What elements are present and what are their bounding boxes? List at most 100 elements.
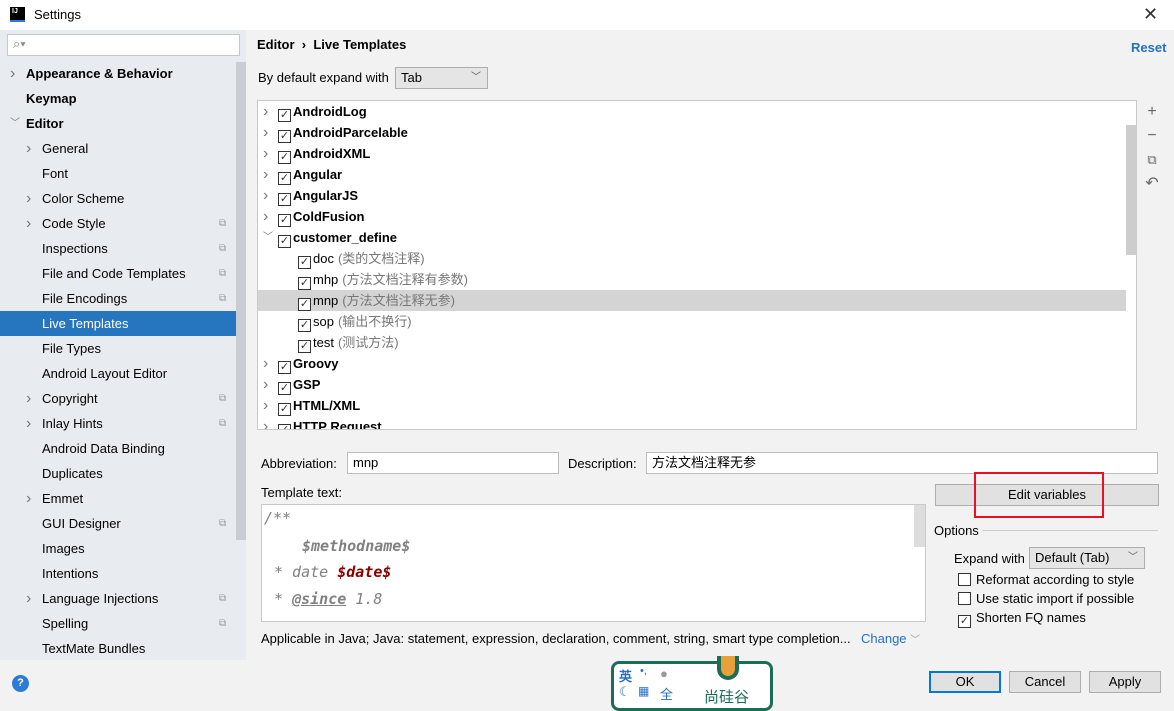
chevron-right-icon[interactable]: › (263, 143, 268, 164)
ok-button[interactable]: OK (929, 671, 1001, 693)
description-input[interactable]: 方法文档注释无参 (646, 452, 1158, 474)
chevron-down-icon[interactable]: ﹀ (263, 227, 273, 248)
sidebar-item-gui-designer[interactable]: GUI Designer ⧉ (0, 511, 236, 536)
chevron-right-icon[interactable]: › (26, 386, 31, 411)
template-group[interactable]: ﹀ ✓ customer_define (258, 227, 1126, 248)
sidebar-item-inlay-hints[interactable]: › Inlay Hints ⧉ (0, 411, 236, 436)
tree-scrollbar[interactable] (1126, 125, 1137, 255)
template-item[interactable]: ✓ mnp (方法文档注释无参) (258, 290, 1126, 311)
template-group[interactable]: › ✓ GSP (258, 374, 1126, 395)
sidebar-item-live-templates[interactable]: Live Templates (0, 311, 246, 336)
chevron-right-icon[interactable]: › (26, 186, 31, 211)
help-icon[interactable]: ? (12, 675, 29, 692)
template-item[interactable]: ✓ sop (输出不换行) (258, 311, 1126, 332)
checkbox[interactable]: ✓ (298, 298, 311, 311)
keyboard-icon[interactable]: ▦ (638, 684, 649, 698)
template-group[interactable]: › ✓ ColdFusion (258, 206, 1126, 227)
close-icon[interactable]: ✕ (1143, 4, 1158, 25)
reset-link[interactable]: Reset (1131, 40, 1166, 55)
ime-punctuation[interactable]: •, (640, 665, 647, 677)
restore-icon[interactable]: ↶ (1140, 172, 1164, 196)
chevron-right-icon[interactable]: › (263, 353, 268, 374)
checkbox[interactable]: ✓ (958, 615, 971, 628)
checkbox[interactable]: ✓ (298, 277, 311, 290)
chevron-right-icon[interactable]: › (26, 136, 31, 161)
checkbox[interactable]: ✓ (298, 340, 311, 353)
sidebar-item-inspections[interactable]: Inspections ⧉ (0, 236, 236, 261)
sidebar-item-file-types[interactable]: File Types (0, 336, 236, 361)
ime-fullwidth[interactable]: 全 (660, 684, 673, 703)
expand-with-select[interactable]: Default (Tab) ﹀ (1029, 547, 1145, 569)
change-link[interactable]: Change ﹀ (861, 631, 920, 646)
apply-button[interactable]: Apply (1089, 671, 1161, 693)
chevron-right-icon[interactable]: › (26, 411, 31, 436)
sidebar-item-file-and-code-templates[interactable]: File and Code Templates ⧉ (0, 261, 236, 286)
ime-toolbar[interactable]: 英 •, ● ☾ ▦ 全 尚硅谷 (611, 656, 773, 711)
checkbox[interactable]: ✓ (278, 361, 291, 374)
chevron-down-icon[interactable]: ﹀ (10, 111, 20, 136)
chevron-right-icon[interactable]: › (26, 211, 31, 236)
sidebar-item-images[interactable]: Images (0, 536, 236, 561)
option-use-static-import-if-possible[interactable]: Use static import if possible (958, 591, 1134, 606)
template-group[interactable]: › ✓ HTML/XML (258, 395, 1126, 416)
checkbox[interactable] (958, 592, 971, 605)
sidebar-item-appearance-behavior[interactable]: › Appearance & Behavior (0, 61, 236, 86)
sidebar-item-editor[interactable]: ﹀ Editor (0, 111, 236, 136)
template-item[interactable]: ✓ mhp (方法文档注释有参数) (258, 269, 1126, 290)
sidebar-item-code-style[interactable]: › Code Style ⧉ (0, 211, 236, 236)
template-item[interactable]: ✓ test (测试方法) (258, 332, 1126, 353)
copy-icon[interactable]: ⧉ (1140, 148, 1164, 172)
ime-language[interactable]: 英 (619, 666, 632, 685)
template-text-editor[interactable]: /** $methodname$ * date $date$ * @since … (261, 504, 926, 622)
chevron-right-icon[interactable]: › (263, 416, 268, 429)
checkbox[interactable]: ✓ (298, 256, 311, 269)
checkbox[interactable]: ✓ (278, 382, 291, 395)
expand-select[interactable]: Tab ﹀ (395, 67, 488, 89)
chevron-right-icon[interactable]: › (26, 486, 31, 511)
sidebar-item-keymap[interactable]: Keymap (0, 86, 236, 111)
checkbox[interactable]: ✓ (278, 151, 291, 164)
sidebar-item-spelling[interactable]: Spelling ⧉ (0, 611, 236, 636)
cancel-button[interactable]: Cancel (1009, 671, 1081, 693)
sidebar-item-color-scheme[interactable]: › Color Scheme (0, 186, 236, 211)
checkbox[interactable]: ✓ (278, 403, 291, 416)
checkbox[interactable]: ✓ (278, 109, 291, 122)
abbreviation-input[interactable]: mnp (347, 452, 559, 474)
sidebar-item-file-encodings[interactable]: File Encodings ⧉ (0, 286, 236, 311)
remove-icon[interactable]: − (1140, 124, 1164, 148)
template-group[interactable]: › ✓ Groovy (258, 353, 1126, 374)
checkbox[interactable]: ✓ (278, 172, 291, 185)
template-group[interactable]: › ✓ HTTP Request (258, 416, 1126, 429)
template-group[interactable]: › ✓ AndroidXML (258, 143, 1126, 164)
template-group[interactable]: › ✓ AngularJS (258, 185, 1126, 206)
sidebar-item-android-data-binding[interactable]: Android Data Binding (0, 436, 236, 461)
template-group[interactable]: › ✓ AndroidLog (258, 101, 1126, 122)
sidebar-item-language-injections[interactable]: › Language Injections ⧉ (0, 586, 236, 611)
checkbox[interactable]: ✓ (278, 424, 291, 429)
search-input[interactable]: ⌕▾ (7, 34, 240, 56)
sidebar-item-intentions[interactable]: Intentions (0, 561, 236, 586)
sidebar-item-emmet[interactable]: › Emmet (0, 486, 236, 511)
option-shorten-fq-names[interactable]: ✓ Shorten FQ names (958, 610, 1086, 628)
add-icon[interactable]: + (1140, 100, 1164, 124)
checkbox[interactable]: ✓ (298, 319, 311, 332)
sidebar-item-android-layout-editor[interactable]: Android Layout Editor (0, 361, 236, 386)
chevron-right-icon[interactable]: › (263, 395, 268, 416)
template-group[interactable]: › ✓ AndroidParcelable (258, 122, 1126, 143)
sidebar-item-font[interactable]: Font (0, 161, 236, 186)
template-item[interactable]: ✓ doc (类的文档注释) (258, 248, 1126, 269)
chevron-right-icon[interactable]: › (263, 122, 268, 143)
chevron-right-icon[interactable]: › (10, 61, 15, 86)
sidebar-item-textmate-bundles[interactable]: TextMate Bundles (0, 636, 236, 661)
chevron-right-icon[interactable]: › (263, 206, 268, 227)
editor-scrollbar[interactable] (914, 505, 925, 547)
sidebar-item-copyright[interactable]: › Copyright ⧉ (0, 386, 236, 411)
chevron-right-icon[interactable]: › (263, 101, 268, 122)
sidebar-item-duplicates[interactable]: Duplicates (0, 461, 236, 486)
checkbox[interactable]: ✓ (278, 235, 291, 248)
option-reformat-according-to-style[interactable]: Reformat according to style (958, 572, 1134, 587)
checkbox[interactable]: ✓ (278, 130, 291, 143)
chevron-right-icon[interactable]: › (26, 586, 31, 611)
checkbox[interactable] (958, 573, 971, 586)
sidebar-scrollbar[interactable] (236, 62, 246, 540)
